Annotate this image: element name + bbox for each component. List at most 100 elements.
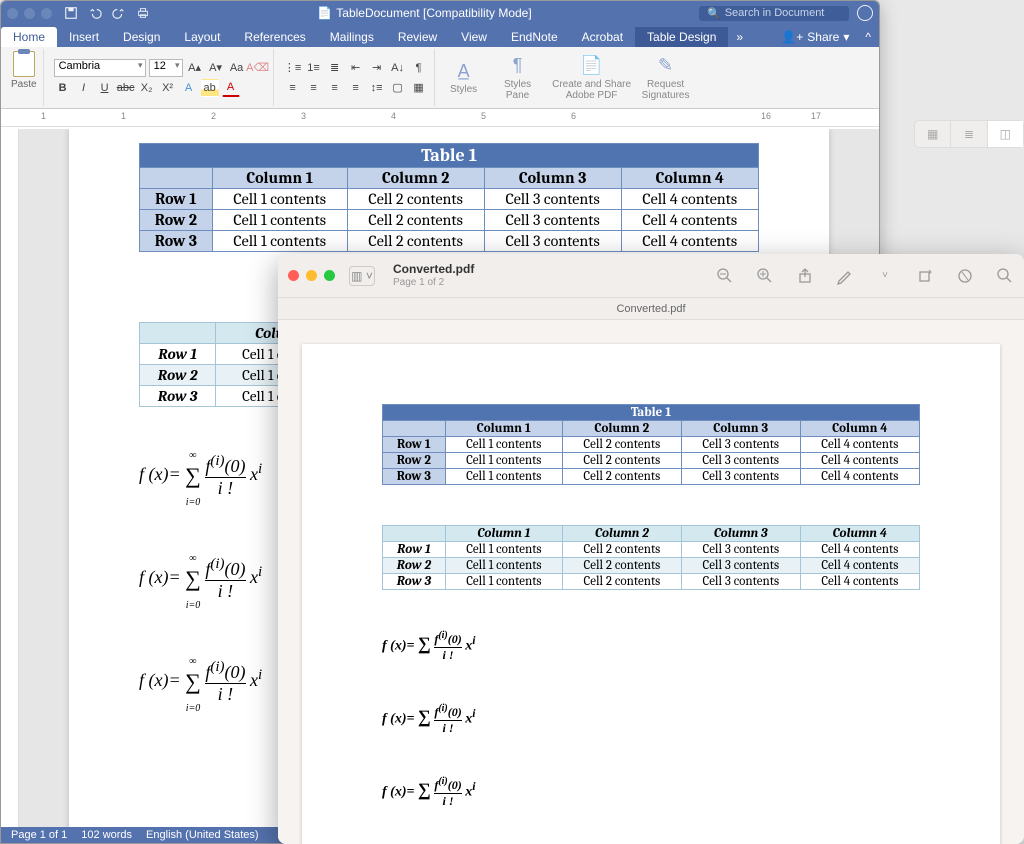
tab-endnote[interactable]: EndNote [499,27,570,47]
subscript-button[interactable]: X₂ [138,79,156,97]
vertical-ruler[interactable] [1,129,19,827]
sign-label: Request Signatures [642,79,690,101]
tab-acrobat[interactable]: Acrobat [570,27,635,47]
tab-references[interactable]: References [232,27,317,47]
tab-table-design[interactable]: Table Design [635,27,728,47]
preview-body[interactable]: Table 1 Column 1Column 2Column 3Column 4… [278,320,1024,844]
title-text: TableDocument [Compatibility Mode] [336,6,531,20]
styles-gallery[interactable]: A̲Styles [439,49,489,106]
close-icon[interactable] [288,270,299,281]
request-signatures-button[interactable]: ✎Request Signatures [641,49,691,106]
adobe-create-button[interactable]: 📄Create and Share Adobe PDF [547,49,637,106]
text-effects-icon[interactable]: A [180,79,198,97]
preview-tab-bar[interactable]: Converted.pdf [278,298,1024,320]
justify-icon[interactable]: ≡ [347,79,365,97]
ruler-mark: 1 [41,111,46,121]
font-color-icon[interactable]: A [222,79,240,97]
font-family-select[interactable]: Cambria [54,59,146,77]
tab-view[interactable]: View [449,27,499,47]
table-cell: Cell 3 contents [484,189,621,210]
rotate-icon[interactable] [916,267,934,285]
bold-button[interactable]: B [54,79,72,97]
horizontal-ruler[interactable]: 1 1 2 3 4 5 6 16 17 [1,109,879,127]
status-language[interactable]: English (United States) [146,829,259,841]
zoom-icon[interactable] [324,270,335,281]
undo-icon[interactable] [88,6,102,20]
pdf-table-2: Column 1Column 2Column 3Column 4 Row 1Ce… [382,525,920,590]
chevron-down-icon[interactable]: ˅ [876,267,894,285]
shrink-font-icon[interactable]: A▾ [207,59,225,77]
highlight-icon[interactable]: ab [201,79,219,97]
increase-indent-icon[interactable]: ⇥ [368,59,386,77]
redo-icon[interactable] [112,6,126,20]
table-title: Table 1 [383,405,920,421]
numbering-icon[interactable]: 1≡ [305,59,323,77]
superscript-button[interactable]: X² [159,79,177,97]
tab-mailings[interactable]: Mailings [318,27,386,47]
table-cell: Cell 2 contents [562,437,681,453]
clear-formatting-icon[interactable]: A⌫ [249,59,267,77]
search-icon[interactable] [996,267,1014,285]
search-input[interactable]: 🔍 Search in Document [699,6,849,21]
font-size-select[interactable]: 12 [149,59,183,77]
decrease-indent-icon[interactable]: ⇤ [347,59,365,77]
show-marks-icon[interactable]: ¶ [410,59,428,77]
multilevel-icon[interactable]: ≣ [326,59,344,77]
align-right-icon[interactable]: ≡ [326,79,344,97]
status-page[interactable]: Page 1 of 1 [11,829,67,841]
underline-button[interactable]: U [96,79,114,97]
sidebar-toggle-icon[interactable]: ▥ ˅ [349,266,375,286]
grid-view-icon[interactable]: ▦ [915,121,951,147]
close-icon[interactable] [7,8,18,19]
tab-insert[interactable]: Insert [57,27,111,47]
status-words[interactable]: 102 words [81,829,132,841]
paste-icon[interactable] [13,51,35,77]
list-view-icon[interactable]: ≣ [951,121,987,147]
traffic-lights[interactable] [7,8,52,19]
minimize-icon[interactable] [306,270,317,281]
row-header: Row 1 [140,344,216,365]
borders-icon[interactable]: ▦ [410,79,428,97]
tab-review[interactable]: Review [386,27,449,47]
col-header: Column 4 [800,421,919,437]
zoom-out-icon[interactable] [716,267,734,285]
share-button[interactable]: 👤+Share▾ [773,27,857,47]
change-case-icon[interactable]: Aa [228,59,246,77]
collapse-ribbon-icon[interactable]: ^ [857,27,879,47]
column-view-icon[interactable]: ◫ [988,121,1023,147]
clipboard-group: Paste [5,49,44,106]
table-cell: Cell 4 contents [621,231,758,252]
styles-pane-button[interactable]: ¶Styles Pane [493,49,543,106]
minimize-icon[interactable] [24,8,35,19]
table-1[interactable]: Table 1 Column 1Column 2Column 3Column 4… [139,143,759,252]
shading-icon[interactable]: ▢ [389,79,407,97]
view-mode-segmented[interactable]: ▦ ≣ ◫ [914,120,1024,148]
col-header: Column 2 [347,168,484,189]
strikethrough-button[interactable]: abc [117,79,135,97]
bullets-icon[interactable]: ⋮≡ [284,59,302,77]
tab-layout[interactable]: Layout [172,27,232,47]
table-cell: Cell 4 contents [621,189,758,210]
tabs-overflow-icon[interactable]: » [728,27,751,47]
sort-icon[interactable]: A↓ [389,59,407,77]
share-icon[interactable] [796,267,814,285]
table-cell: Cell 2 contents [562,542,681,558]
italic-button[interactable]: I [75,79,93,97]
table-cell: Cell 1 contents [445,574,562,590]
highlight-tool-icon[interactable] [956,267,974,285]
save-icon[interactable] [64,6,78,20]
ruler-mark: 1 [121,111,126,121]
line-spacing-icon[interactable]: ↕≡ [368,79,386,97]
zoom-in-icon[interactable] [756,267,774,285]
print-icon[interactable] [136,6,150,20]
traffic-lights[interactable] [288,270,335,281]
markup-icon[interactable] [836,267,854,285]
grow-font-icon[interactable]: A▴ [186,59,204,77]
tab-design[interactable]: Design [111,27,172,47]
tab-home[interactable]: Home [1,27,57,47]
zoom-icon[interactable] [41,8,52,19]
align-center-icon[interactable]: ≡ [305,79,323,97]
feedback-icon[interactable] [857,5,873,21]
row-header: Row 3 [383,574,446,590]
align-left-icon[interactable]: ≡ [284,79,302,97]
